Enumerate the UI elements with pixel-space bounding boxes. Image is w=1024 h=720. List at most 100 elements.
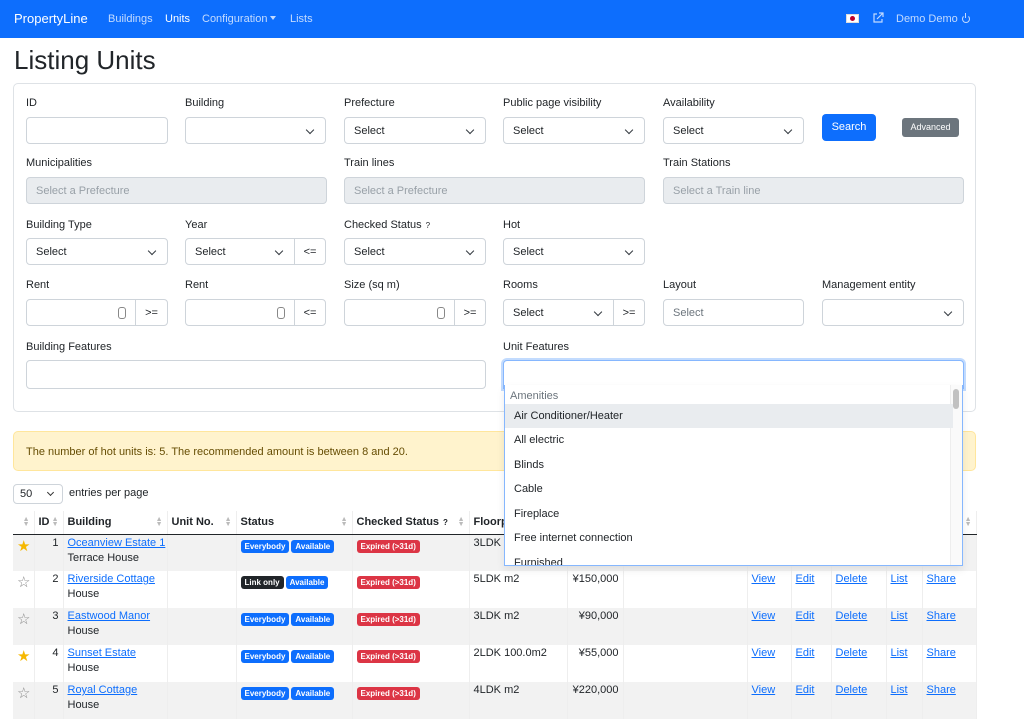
dropdown-option[interactable]: Blinds — [505, 453, 953, 477]
nav-buildings[interactable]: Buildings — [108, 13, 153, 25]
train-stations-label: Train Stations — [663, 157, 731, 169]
id-input[interactable] — [26, 117, 168, 144]
rent-min-input[interactable] — [26, 299, 136, 326]
view-link[interactable]: View — [752, 647, 776, 659]
list-link[interactable]: List — [891, 573, 908, 585]
train-lines-select[interactable]: Select a Prefecture — [344, 177, 645, 204]
rooms-operator-button[interactable]: >= — [613, 299, 645, 326]
building-features-input[interactable] — [26, 360, 486, 389]
building-link[interactable]: Eastwood Manor — [68, 610, 151, 622]
list-link[interactable]: List — [891, 647, 908, 659]
view-link[interactable]: View — [752, 573, 776, 585]
dropdown-option[interactable]: Free internet connection — [505, 526, 953, 550]
train-stations-select[interactable]: Select a Train line — [663, 177, 964, 204]
scrollbar-thumb[interactable] — [953, 389, 959, 409]
view-link[interactable]: View — [752, 684, 776, 696]
star-outline-icon[interactable]: ☆ — [13, 682, 35, 719]
layout-select[interactable]: Select — [663, 299, 804, 326]
star-outline-icon[interactable]: ☆ — [13, 571, 35, 608]
nav-configuration-label: Configuration — [202, 13, 268, 25]
size-operator-button[interactable]: >= — [454, 299, 486, 326]
share-link[interactable]: Share — [927, 610, 956, 622]
share-link[interactable]: Share — [927, 647, 956, 659]
star-filled-icon[interactable]: ★ — [13, 534, 35, 571]
building-link[interactable]: Riverside Cottage — [68, 573, 155, 585]
prefecture-select[interactable]: Select — [344, 117, 486, 144]
visibility-select[interactable]: Select — [503, 117, 645, 144]
building-type-label: Building Type — [26, 219, 92, 231]
checked-status-select[interactable]: Select — [344, 238, 486, 265]
rent-max-operator-button[interactable]: <= — [294, 299, 326, 326]
user-menu[interactable]: Demo Demo — [896, 13, 970, 25]
help-icon[interactable]: ? — [426, 221, 430, 230]
hot-select[interactable]: Select — [503, 238, 645, 265]
dropdown-option[interactable]: Air Conditioner/Heater — [505, 404, 953, 428]
building-link[interactable]: Royal Cottage — [68, 684, 138, 696]
delete-link[interactable]: Delete — [836, 610, 868, 622]
rent-max-label: Rent — [185, 279, 209, 291]
sort-icon: ▲ ▼ — [457, 516, 465, 528]
view-link[interactable]: View — [752, 610, 776, 622]
building-link[interactable]: Sunset Estate — [68, 647, 137, 659]
search-button[interactable]: Search — [822, 114, 876, 141]
year-operator-button[interactable]: <= — [294, 238, 326, 265]
nav-configuration[interactable]: Configuration — [202, 13, 277, 25]
size-input[interactable] — [344, 299, 455, 326]
col-building[interactable]: Building ▲ ▼ — [63, 511, 168, 535]
delete-link[interactable]: Delete — [836, 684, 868, 696]
help-icon[interactable]: ? — [443, 518, 448, 527]
year-select[interactable]: Select — [185, 238, 295, 265]
prefecture-label: Prefecture — [344, 97, 395, 109]
col-status[interactable]: Status ▲ ▼ — [236, 511, 353, 535]
cell-delete: Delete — [831, 608, 887, 645]
rent-min-operator-button[interactable]: >= — [135, 299, 168, 326]
building-link[interactable]: Oceanview Estate 1 — [68, 537, 166, 549]
delete-link[interactable]: Delete — [836, 647, 868, 659]
star-outline-icon[interactable]: ☆ — [13, 608, 35, 645]
edit-link[interactable]: Edit — [796, 573, 815, 585]
nav-units[interactable]: Units — [165, 13, 190, 25]
edit-link[interactable]: Edit — [796, 610, 815, 622]
cell-unit-no — [167, 645, 237, 682]
building-type-select[interactable]: Select — [26, 238, 168, 265]
col-checked-status[interactable]: Checked Status? ▲ ▼ — [352, 511, 470, 535]
edit-link[interactable]: Edit — [796, 647, 815, 659]
dropdown-option[interactable]: Furnished — [505, 551, 953, 565]
list-link[interactable]: List — [891, 684, 908, 696]
advanced-button[interactable]: Advanced — [902, 118, 959, 137]
cell-status: Everybody Available — [236, 645, 353, 682]
rent-max-input[interactable] — [185, 299, 295, 326]
delete-link[interactable]: Delete — [836, 573, 868, 585]
cell-rent: ¥150,000 — [567, 571, 624, 608]
edit-link[interactable]: Edit — [796, 684, 815, 696]
table-row: ★ 4 Sunset Estate House Everybody Available Ex… — [13, 645, 977, 682]
cell-unit-no — [167, 534, 237, 571]
col-unit-no[interactable]: Unit No. ▲ ▼ — [167, 511, 237, 535]
cell-status: Everybody Available — [236, 534, 353, 571]
col-hot[interactable]: ▲ ▼ — [13, 511, 35, 535]
rooms-select[interactable]: Select — [503, 299, 614, 326]
list-link[interactable]: List — [891, 610, 908, 622]
cell-id: 4 — [34, 645, 64, 682]
dropdown-option[interactable]: Cable — [505, 477, 953, 501]
top-navbar: PropertyLine Buildings Units Configurati… — [0, 0, 1024, 38]
availability-select[interactable]: Select — [663, 117, 804, 144]
brand-logo[interactable]: PropertyLine — [14, 11, 88, 26]
nav-lists[interactable]: Lists — [290, 13, 313, 25]
municipalities-select[interactable]: Select a Prefecture — [26, 177, 327, 204]
page-title: Listing Units — [14, 45, 156, 75]
management-entity-select[interactable] — [822, 299, 964, 326]
share-link[interactable]: Share — [927, 684, 956, 696]
building-select[interactable] — [185, 117, 326, 144]
external-link-icon[interactable] — [872, 12, 884, 24]
dropdown-option[interactable]: All electric — [505, 428, 953, 452]
availability-badge: Available — [285, 576, 329, 589]
japan-flag-icon[interactable] — [846, 14, 859, 23]
share-link[interactable]: Share — [927, 573, 956, 585]
col-id[interactable]: ID ▲ ▼ — [34, 511, 64, 535]
table-row: ☆ 5 Royal Cottage House Everybody Available Ex… — [13, 682, 977, 719]
entries-per-page-select[interactable]: 50 — [13, 484, 63, 504]
dropdown-option[interactable]: Fireplace — [505, 502, 953, 526]
star-filled-icon[interactable]: ★ — [13, 645, 35, 682]
hot-label: Hot — [503, 219, 521, 231]
